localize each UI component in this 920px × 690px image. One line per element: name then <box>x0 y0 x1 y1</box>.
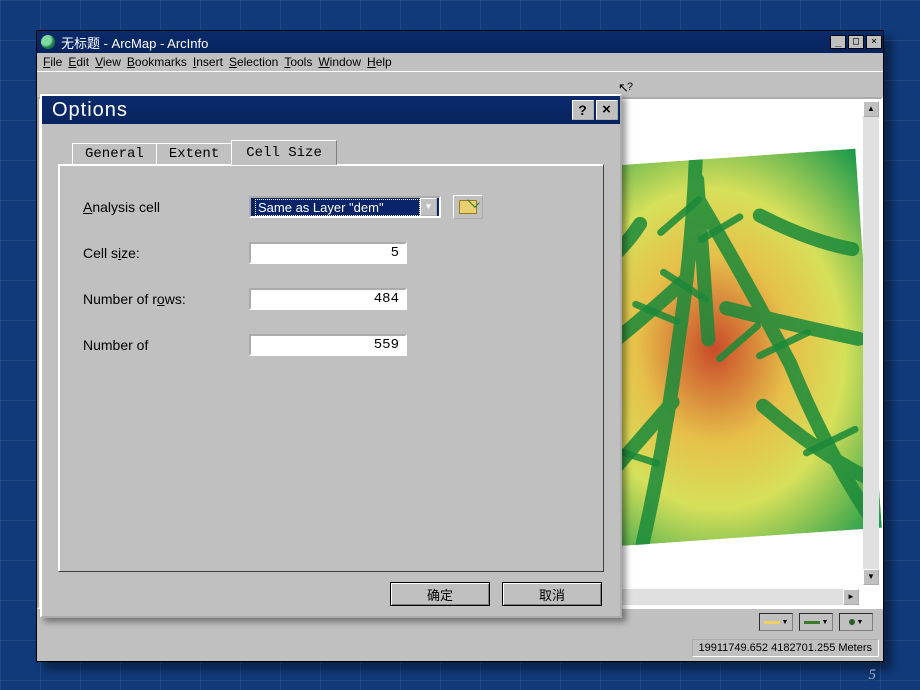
num-cols-input[interactable] <box>249 334 407 356</box>
dialog-title: Options <box>52 99 128 122</box>
analysis-cell-label: Analysis cell <box>83 199 249 215</box>
cancel-button[interactable]: 取消 <box>502 582 602 606</box>
tab-general[interactable]: General <box>72 143 157 164</box>
menu-help[interactable]: Help <box>367 55 392 69</box>
dialog-buttons: 确定 取消 <box>42 572 620 616</box>
menu-file[interactable]: File <box>43 55 62 69</box>
tab-strip: General Extent Cell Size <box>72 140 604 164</box>
help-button[interactable]: ? <box>572 100 594 120</box>
scroll-right-button[interactable]: ► <box>843 589 859 605</box>
minimize-button[interactable]: _ <box>830 35 846 49</box>
menu-tools[interactable]: Tools <box>284 55 312 69</box>
cell-size-input[interactable] <box>249 242 407 264</box>
slide-number: 5 <box>869 667 877 684</box>
arcmap-title: 无标题 - ArcMap - ArcInfo <box>61 33 208 52</box>
folder-icon <box>459 200 477 214</box>
drawing-toolbar <box>759 613 873 635</box>
num-rows-input[interactable] <box>249 288 407 310</box>
cell-size-label: Cell size: <box>83 245 249 261</box>
menu-bar: File Edit View Bookmarks Insert Selectio… <box>37 53 883 71</box>
num-rows-label: Number of rows: <box>83 291 249 307</box>
menu-edit[interactable]: Edit <box>68 55 89 69</box>
browse-folder-button[interactable] <box>453 195 483 219</box>
close-button[interactable]: × <box>866 35 882 49</box>
tab-panel-cell-size: Analysis cell Same as Layer "dem" ▼ Cell… <box>58 164 604 572</box>
coordinates-readout: 19911749.652 4182701.255 Meters <box>699 642 873 654</box>
analysis-cell-combo[interactable]: Same as Layer "dem" ▼ <box>249 196 441 218</box>
num-cols-label: Number of <box>83 337 249 353</box>
scrollbar-vertical[interactable]: ▲ ▼ <box>863 101 879 585</box>
markercolor-dropdown[interactable] <box>839 613 873 631</box>
status-bar: 19911749.652 4182701.255 Meters <box>692 639 880 657</box>
scroll-up-button[interactable]: ▲ <box>863 101 879 117</box>
fillcolor-dropdown[interactable] <box>759 613 793 631</box>
menu-selection[interactable]: Selection <box>229 55 278 69</box>
dialog-close-button[interactable]: × <box>596 100 618 120</box>
dialog-titlebar[interactable]: Options ? × <box>42 96 620 124</box>
globe-icon <box>41 35 55 49</box>
tab-cell-size[interactable]: Cell Size <box>231 140 337 165</box>
tab-extent[interactable]: Extent <box>156 143 232 164</box>
linecolor-dropdown[interactable] <box>799 613 833 631</box>
menu-view[interactable]: View <box>95 55 121 69</box>
ok-button[interactable]: 确定 <box>390 582 490 606</box>
analysis-cell-value: Same as Layer "dem" <box>255 199 420 216</box>
arcmap-titlebar[interactable]: 无标题 - ArcMap - ArcInfo _ □ × <box>37 31 883 53</box>
options-dialog: Options ? × General Extent Cell Size Ana… <box>40 94 622 618</box>
chevron-down-icon[interactable]: ▼ <box>420 198 437 216</box>
maximize-button[interactable]: □ <box>848 35 864 49</box>
menu-window[interactable]: Window <box>318 55 361 69</box>
menu-insert[interactable]: Insert <box>193 55 223 69</box>
menu-bookmarks[interactable]: Bookmarks <box>127 55 187 69</box>
scroll-down-button[interactable]: ▼ <box>863 569 879 585</box>
